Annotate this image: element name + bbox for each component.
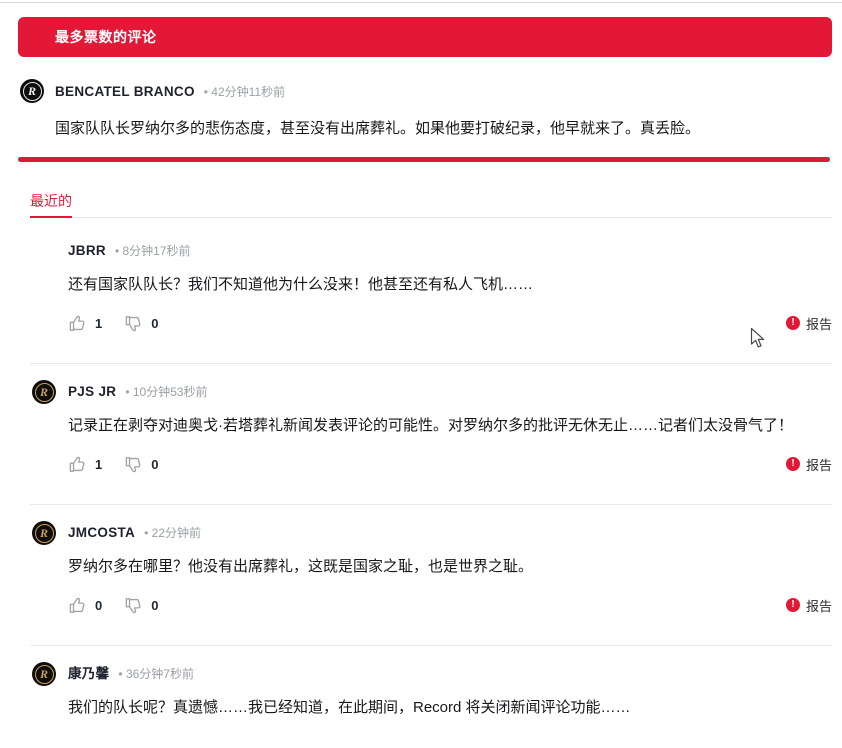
tab-most-recent[interactable]: 最近的 <box>30 193 72 218</box>
commenter-avatar: R <box>20 79 44 103</box>
like-button[interactable]: 0 <box>68 596 102 615</box>
comment-actions: 0 0 ! 报告 <box>68 594 832 616</box>
commenter-name: PJS JR <box>68 382 116 402</box>
record-logo-icon: R <box>35 665 54 684</box>
comments-tab-bar: 最近的 <box>30 193 832 218</box>
featured-comment-header: R BENCATEL BRANCO • 42分钟11秒前 <box>20 79 830 103</box>
dislike-button[interactable]: 0 <box>124 596 158 615</box>
vote-controls: 1 0 <box>68 314 180 333</box>
commenter-avatar: R <box>32 380 56 404</box>
report-button-label: 报告 <box>806 596 832 615</box>
alert-circle-icon: ! <box>786 457 800 471</box>
like-count: 1 <box>95 457 102 472</box>
comment-timestamp: • 42分钟11秒前 <box>204 83 285 100</box>
vote-controls: 0 0 <box>68 596 180 615</box>
comment-header: JBRR • 8分钟17秒前 <box>68 241 832 261</box>
comment-item: R JBRR • 8分钟17秒前 还有国家队队长？我们不知道他为什么没来！他甚至… <box>30 223 832 364</box>
dislike-button[interactable]: 0 <box>124 455 158 474</box>
comment-timestamp: • 22分钟前 <box>144 523 201 543</box>
like-count: 1 <box>95 316 102 331</box>
like-button[interactable]: 1 <box>68 314 102 333</box>
thumb-up-icon <box>68 455 87 474</box>
comment-item: R JMCOSTA • 22分钟前 罗纳尔多在哪里？他没有出席葬礼，这既是国家之… <box>30 505 832 646</box>
thumb-up-icon <box>68 314 87 333</box>
record-logo-icon: R <box>23 82 42 101</box>
comment-actions: 1 0 ! 报告 <box>68 453 832 475</box>
most-voted-banner: 最多票数的评论 <box>18 17 832 57</box>
like-button[interactable]: 1 <box>68 455 102 474</box>
comment-item: R 康乃馨 • 36分钟7秒前 我们的队长呢？真遗憾……我已经知道，在此期间，R… <box>30 646 832 748</box>
thumb-down-icon <box>124 455 143 474</box>
commenter-name: 康乃馨 <box>68 664 109 684</box>
report-button[interactable]: ! 报告 <box>786 455 832 474</box>
featured-section-red-divider <box>18 157 830 162</box>
dislike-button[interactable]: 0 <box>124 314 158 333</box>
like-count: 0 <box>95 598 102 613</box>
comment-header: 康乃馨 • 36分钟7秒前 <box>68 664 832 684</box>
thumb-up-icon <box>68 596 87 615</box>
comment-timestamp: • 10分钟53秒前 <box>125 382 207 402</box>
thumb-down-icon <box>124 596 143 615</box>
comment-text: 罗纳尔多在哪里？他没有出席葬礼，这既是国家之耻，也是世界之耻。 <box>68 556 832 578</box>
comment-actions: 1 0 ! 报告 <box>68 312 832 334</box>
comment-header: JMCOSTA • 22分钟前 <box>68 523 832 543</box>
dislike-count: 0 <box>151 316 158 331</box>
commenter-name: JBRR <box>68 241 106 261</box>
comment-text: 国家队队长罗纳尔多的悲伤态度，甚至没有出席葬礼。如果他要打破纪录，他早就来了。真… <box>55 119 830 139</box>
comment-item: R PJS JR • 10分钟53秒前 记录正在剥夺对迪奥戈·若塔葬礼新闻发表评… <box>30 364 832 505</box>
report-button[interactable]: ! 报告 <box>786 314 832 333</box>
alert-circle-icon: ! <box>786 598 800 612</box>
report-button[interactable]: ! 报告 <box>786 596 832 615</box>
record-logo-icon: R <box>35 383 54 402</box>
commenter-name: BENCATEL BRANCO <box>55 84 195 99</box>
dislike-count: 0 <box>151 457 158 472</box>
thumb-down-icon <box>124 314 143 333</box>
comment-text: 我们的队长呢？真遗憾……我已经知道，在此期间，Record 将关闭新闻评论功能…… <box>68 697 832 719</box>
report-button-label: 报告 <box>806 314 832 333</box>
comment-text: 记录正在剥夺对迪奥戈·若塔葬礼新闻发表评论的可能性。对罗纳尔多的批评无休无止……… <box>68 415 832 437</box>
dislike-count: 0 <box>151 598 158 613</box>
alert-circle-icon: ! <box>786 316 800 330</box>
comment-timestamp: • 8分钟17秒前 <box>115 241 191 261</box>
vote-controls: 1 0 <box>68 455 180 474</box>
comment-list: R JBRR • 8分钟17秒前 还有国家队队长？我们不知道他为什么没来！他甚至… <box>0 216 842 748</box>
featured-comment: R BENCATEL BRANCO • 42分钟11秒前 国家队队长罗纳尔多的悲… <box>20 79 830 139</box>
comment-header: PJS JR • 10分钟53秒前 <box>68 382 832 402</box>
commenter-name: JMCOSTA <box>68 523 135 543</box>
commenter-avatar: R <box>32 521 56 545</box>
comment-text: 还有国家队队长？我们不知道他为什么没来！他甚至还有私人飞机…… <box>68 274 832 296</box>
page-top-divider <box>0 2 842 3</box>
commenter-avatar: R <box>32 662 56 686</box>
report-button-label: 报告 <box>806 455 832 474</box>
comment-timestamp: • 36分钟7秒前 <box>118 664 194 684</box>
record-logo-icon: R <box>35 524 54 543</box>
most-voted-banner-label: 最多票数的评论 <box>55 29 157 45</box>
